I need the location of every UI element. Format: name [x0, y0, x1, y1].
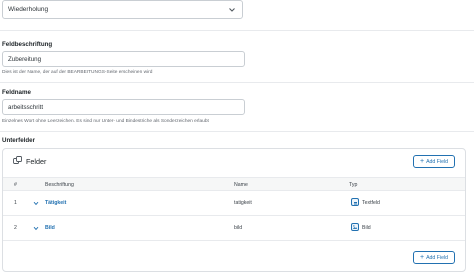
row-name: tatigkeit [234, 200, 252, 206]
field-label-help: Dies ist der Name, der auf der BEARBEITU… [2, 70, 153, 75]
section-divider [0, 30, 474, 31]
column-header-index: # [14, 182, 17, 188]
column-header-type: Typ [349, 182, 358, 188]
row-index: 1 [14, 200, 17, 206]
subfields-table-header: # Beschriftung Name Typ [3, 177, 465, 191]
column-header-label: Beschriftung [45, 182, 74, 188]
section-divider [0, 131, 474, 132]
subfields-panel-title: Felder [26, 157, 47, 166]
field-name-help: Einzelnes Wort ohne Leerzeichen. Es sind… [2, 119, 209, 124]
row-index: 2 [14, 225, 17, 231]
plus-icon: + [419, 254, 425, 261]
field-label-input-value: Zubereitung [8, 55, 42, 63]
row-type: Bild [362, 225, 371, 231]
subfields-panel-header: Felder + Add Field [3, 149, 465, 173]
image-icon [351, 223, 359, 231]
layout-select[interactable]: Wiederholung [2, 0, 243, 19]
subfields-panel: Felder + Add Field # Beschriftung Name T… [2, 148, 466, 272]
add-field-label: Add Field [426, 254, 448, 261]
row-label-link[interactable]: Bild [45, 225, 55, 231]
add-field-button-bottom[interactable]: + Add Field [413, 251, 455, 264]
table-row[interactable]: 1 Tätigkeit tatigkeit Textfeld [3, 191, 465, 216]
row-label-link[interactable]: Tätigkeit [45, 200, 66, 206]
fields-icon [13, 156, 22, 164]
field-name-heading: Feldname [2, 89, 31, 96]
subfields-heading: Unterfelder [2, 137, 36, 144]
add-field-button-top[interactable]: + Add Field [413, 155, 455, 168]
column-header-name: Name [234, 182, 248, 188]
chevron-down-icon[interactable] [33, 201, 39, 206]
section-divider [0, 82, 474, 83]
row-name: bild [234, 225, 243, 231]
plus-icon: + [419, 158, 425, 165]
row-type: Textfeld [362, 200, 380, 206]
field-label-input[interactable]: Zubereitung [2, 51, 245, 67]
field-label-heading: Feldbeschriftung [2, 41, 53, 48]
layout-select-value: Wiederholung [8, 6, 49, 13]
add-field-label: Add Field [426, 158, 448, 165]
chevron-down-icon [229, 8, 235, 12]
field-name-input-value: arbeitsschritt [8, 103, 44, 111]
chevron-down-icon[interactable] [33, 226, 39, 231]
text-field-icon [351, 198, 359, 206]
field-name-input[interactable]: arbeitsschritt [2, 99, 245, 115]
table-row[interactable]: 2 Bild bild Bild [3, 216, 465, 241]
